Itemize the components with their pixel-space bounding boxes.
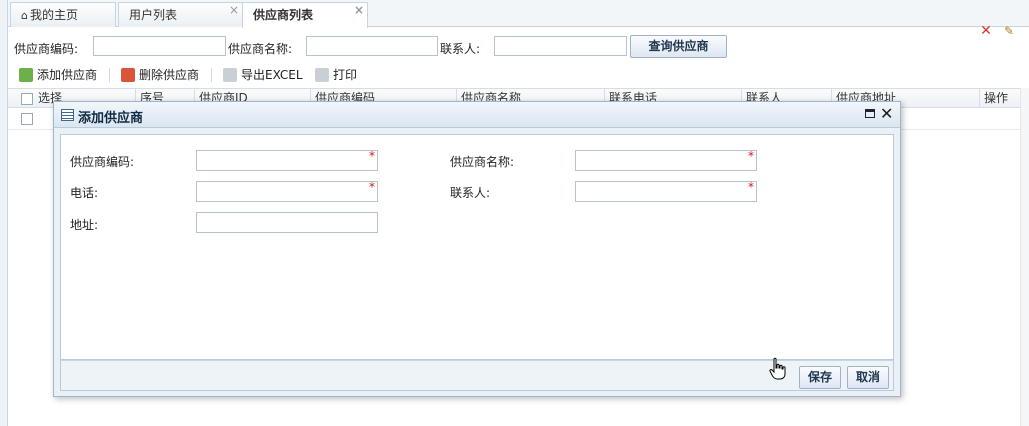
phone-field[interactable]: *: [196, 180, 378, 202]
search-contact-label: 联系人:: [440, 42, 481, 56]
search-contact-input[interactable]: [494, 36, 627, 56]
required-mark: *: [369, 180, 375, 194]
vertical-scrollbar[interactable]: [1020, 88, 1029, 426]
supplier-name-field[interactable]: *: [575, 149, 757, 171]
cancel-button[interactable]: 取消: [847, 366, 889, 389]
phone-label: 电话:: [70, 186, 99, 200]
dialog-header[interactable]: 添加供应商 ✕: [54, 102, 900, 128]
dialog-body: 供应商编码: * 供应商名称: * 电话: * 联系人: * 地址:: [60, 134, 894, 360]
toolbar: 添加供应商 删除供应商 导出EXCEL 打印: [8, 62, 1029, 88]
search-code-input[interactable]: [93, 36, 226, 56]
tab-close-icon[interactable]: ×: [354, 0, 364, 22]
print-button[interactable]: 打印: [315, 65, 357, 85]
row-checkbox[interactable]: [21, 113, 33, 125]
delete-supplier-button[interactable]: 删除供应商: [121, 65, 199, 85]
required-mark: *: [748, 149, 754, 163]
close-icon[interactable]: ✕: [880, 104, 893, 123]
print-icon: [315, 68, 329, 82]
export-excel-button[interactable]: 导出EXCEL: [223, 65, 303, 85]
tab-supplier-list[interactable]: 供应商列表 ×: [242, 2, 368, 28]
toolbar-divider: [211, 68, 212, 82]
toolbar-divider: [109, 68, 110, 82]
add-icon: [19, 68, 33, 82]
name-label: 供应商名称:: [450, 155, 515, 169]
search-name-input[interactable]: [306, 36, 438, 56]
add-supplier-button[interactable]: 添加供应商: [19, 65, 97, 85]
tab-user-list[interactable]: 用户列表 ×: [118, 2, 243, 27]
required-mark: *: [748, 180, 754, 194]
export-icon: [223, 68, 237, 82]
maximize-icon[interactable]: [865, 109, 875, 118]
edit-icon[interactable]: ✎: [1000, 22, 1018, 40]
search-code-label: 供应商编码:: [14, 42, 79, 56]
tab-home[interactable]: ⌂ 我的主页: [10, 2, 116, 27]
search-supplier-button[interactable]: 查询供应商: [630, 35, 727, 58]
add-supplier-dialog: 添加供应商 ✕ 供应商编码: * 供应商名称: * 电话: * 联系人: * 地…: [53, 101, 901, 397]
address-field[interactable]: [196, 212, 378, 233]
address-label: 地址:: [70, 218, 99, 232]
required-mark: *: [369, 149, 375, 163]
delete-icon: [121, 68, 135, 82]
search-bar: 供应商编码: 供应商名称: 联系人: 查询供应商: [8, 33, 1029, 59]
search-name-label: 供应商名称:: [228, 42, 293, 56]
left-frame-edge: [0, 0, 8, 426]
contact-label: 联系人:: [450, 186, 491, 200]
supplier-code-field[interactable]: *: [196, 149, 378, 171]
table-icon: [61, 109, 74, 121]
home-icon: ⌂: [21, 9, 28, 22]
select-all-checkbox[interactable]: [21, 93, 33, 105]
delete-icon[interactable]: ✕: [977, 22, 995, 40]
contact-field[interactable]: *: [575, 180, 757, 202]
tab-close-icon[interactable]: ×: [229, 0, 239, 22]
tab-strip: ⌂ 我的主页 用户列表 × 供应商列表 ×: [8, 0, 1029, 28]
save-button[interactable]: 保存: [799, 366, 841, 389]
hand-cursor-icon: [769, 357, 786, 380]
dialog-title: 添加供应商: [78, 111, 144, 126]
code-label: 供应商编码:: [70, 155, 135, 169]
